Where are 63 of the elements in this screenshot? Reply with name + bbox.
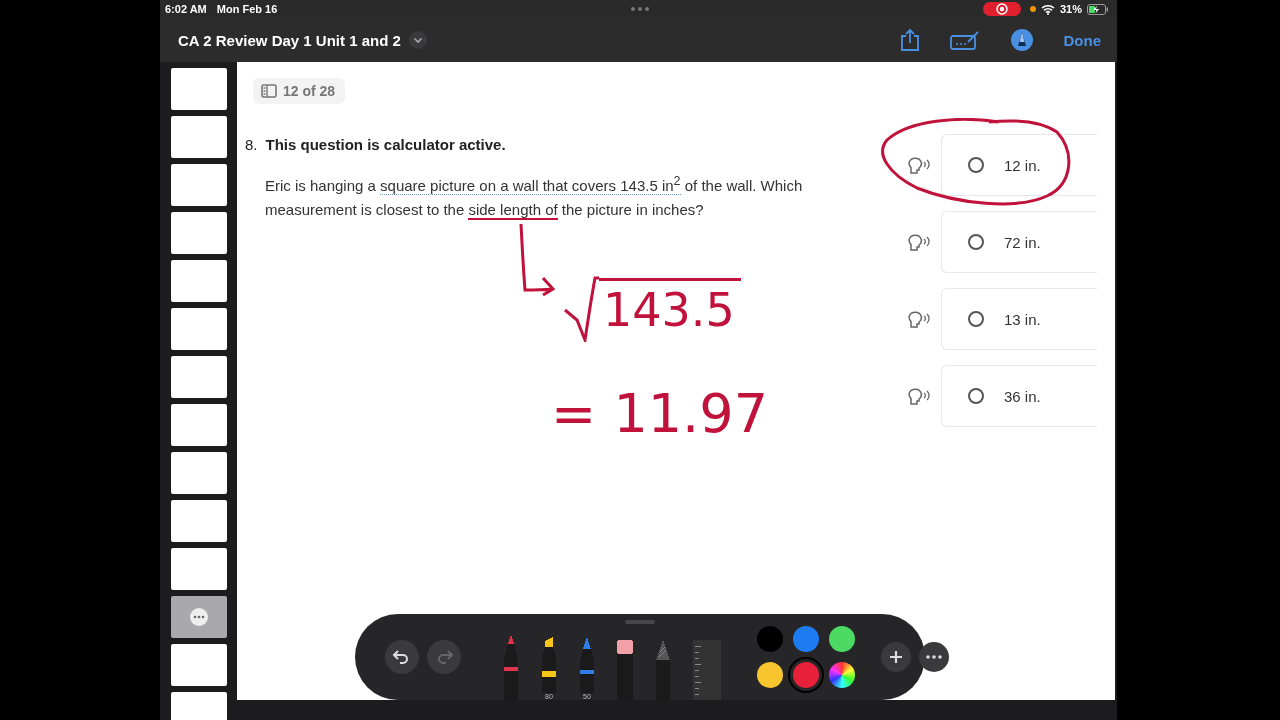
- speaker-head-icon[interactable]: [907, 156, 931, 174]
- keyboard-pen-icon[interactable]: [949, 30, 980, 50]
- color-swatch[interactable]: [793, 626, 819, 652]
- speaker-head-icon[interactable]: [907, 310, 931, 328]
- done-button[interactable]: Done: [1063, 31, 1101, 49]
- pencil-tool-icon[interactable]: [579, 637, 595, 693]
- chevron-down-icon[interactable]: [408, 31, 427, 49]
- radio-button[interactable]: [968, 311, 984, 327]
- answer-option[interactable]: 36 in.: [941, 365, 1097, 427]
- color-swatch[interactable]: [757, 626, 783, 652]
- add-icon[interactable]: [881, 642, 911, 672]
- slide-thumbnail[interactable]: [170, 548, 227, 590]
- radio-button[interactable]: [968, 234, 984, 250]
- microphone-dot-icon: [1029, 6, 1036, 12]
- color-swatch[interactable]: [757, 662, 783, 688]
- slide-thumbnail[interactable]: [170, 212, 227, 254]
- status-time: 6:02 AM: [165, 3, 207, 15]
- slide-thumbnail[interactable]: [170, 356, 227, 398]
- answer-option[interactable]: 72 in.: [941, 211, 1097, 273]
- color-picker-swatch[interactable]: [829, 662, 855, 688]
- slide-thumbnail[interactable]: [170, 596, 227, 638]
- handwritten-number: 143.5: [599, 278, 741, 337]
- radio-button[interactable]: [968, 157, 984, 173]
- question-number: 8.: [245, 136, 258, 153]
- screen-recording-indicator[interactable]: [982, 2, 1021, 16]
- share-icon[interactable]: [899, 28, 920, 52]
- battery-charging-icon: [1087, 3, 1109, 15]
- lasso-tool-icon[interactable]: [655, 640, 671, 700]
- sidebar-icon: [261, 84, 277, 98]
- wifi-icon: [1040, 3, 1055, 15]
- page-counter[interactable]: 12 of 28: [253, 78, 346, 104]
- undo-icon[interactable]: [385, 640, 419, 674]
- slide-thumbnail[interactable]: [170, 164, 227, 206]
- slide-thumbnail[interactable]: [170, 68, 227, 110]
- answer-option[interactable]: 13 in.: [941, 288, 1097, 350]
- highlighter-tool-icon[interactable]: [541, 637, 557, 693]
- redo-icon[interactable]: [427, 640, 461, 674]
- slide-thumbnail[interactable]: [170, 308, 227, 350]
- speaker-head-icon[interactable]: [907, 233, 931, 251]
- eraser-tool-icon[interactable]: [617, 640, 633, 700]
- more-options-icon[interactable]: [919, 642, 949, 672]
- radio-button[interactable]: [968, 388, 984, 404]
- question-text: Eric is hanging a square picture on a wall that covers 143.5 in$^{2}$ of the wall. Which measurement is closest to the side length of the picture in inches?: [265, 173, 804, 222]
- ink-square-root-sign: [563, 276, 599, 342]
- color-swatch[interactable]: [829, 626, 855, 652]
- slide-thumbnail[interactable]: [170, 500, 227, 542]
- drag-handle[interactable]: [625, 620, 655, 624]
- slide-thumbnail[interactable]: [170, 260, 227, 302]
- slide-thumbnail[interactable]: [170, 404, 227, 446]
- multitasking-dots-icon[interactable]: [630, 6, 650, 12]
- document-title[interactable]: CA 2 Review Day 1 Unit 1 and 2: [178, 31, 401, 49]
- handwritten-result: = 11.97: [551, 382, 768, 445]
- pen-tool-icon[interactable]: [503, 634, 519, 700]
- markup-pen-icon[interactable]: [1009, 28, 1034, 52]
- slide-thumbnail[interactable]: [170, 644, 227, 686]
- status-date: Mon Feb 16: [216, 3, 278, 15]
- answer-option[interactable]: 12 in.: [941, 134, 1097, 196]
- question-heading: This question is calculator active.: [265, 136, 506, 153]
- battery-percentage: 31%: [1059, 3, 1082, 15]
- slide-thumbnail[interactable]: [170, 452, 227, 494]
- speaker-head-icon[interactable]: [907, 387, 931, 405]
- ruler-tool-icon[interactable]: [693, 640, 721, 700]
- slide-thumbnail[interactable]: [170, 116, 227, 158]
